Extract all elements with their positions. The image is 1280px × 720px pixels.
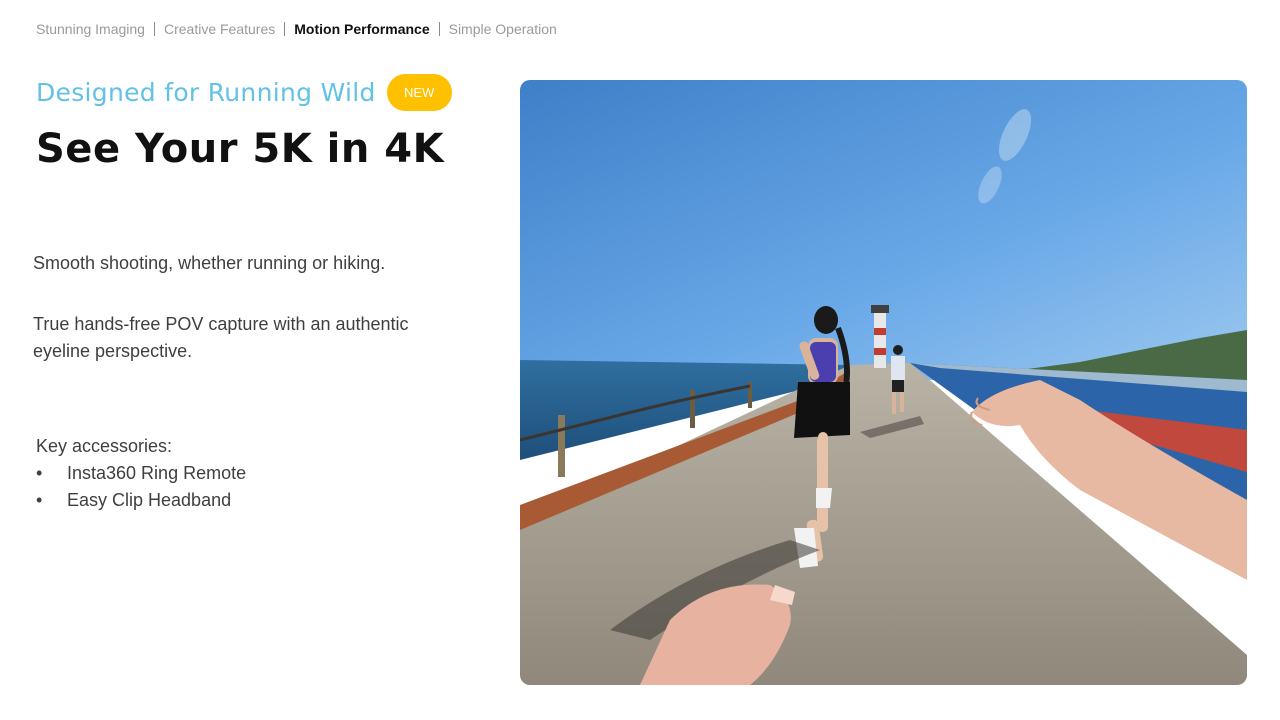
accessories-heading: Key accessories:	[36, 436, 173, 456]
bullet-glyph: •	[36, 490, 43, 510]
tab-stunning-imaging[interactable]: Stunning Imaging	[36, 21, 145, 37]
list-item: • Easy Clip Headband	[36, 487, 246, 514]
tab-divider	[284, 22, 286, 36]
accessories-block: Key accessories: • Insta360 Ring Remote …	[36, 433, 246, 514]
accessories-list: • Insta360 Ring Remote • Easy Clip Headb…	[36, 460, 246, 514]
tab-divider	[153, 22, 155, 36]
tab-motion-performance[interactable]: Motion Performance	[294, 21, 429, 37]
tab-simple-operation[interactable]: Simple Operation	[449, 21, 557, 37]
accessory-label: Insta360 Ring Remote	[67, 463, 247, 483]
bullet-glyph: •	[36, 463, 43, 483]
tab-divider	[438, 22, 440, 36]
list-item: • Insta360 Ring Remote	[36, 460, 246, 487]
feature-description-2: True hands-free POV capture with an auth…	[33, 314, 409, 361]
hero-photo	[520, 80, 1247, 685]
page-title: See Your 5K in 4K	[36, 126, 445, 172]
feature-eyebrow: Designed for Running Wild NEW	[36, 74, 452, 111]
eyebrow-text: Designed for Running Wild	[36, 78, 376, 107]
section-tabs: Stunning Imaging Creative Features Motio…	[36, 20, 557, 38]
pier-running-scene	[520, 80, 1247, 685]
tab-creative-features[interactable]: Creative Features	[164, 21, 275, 37]
new-badge: NEW	[386, 74, 452, 111]
feature-description-1: Smooth shooting, whether running or hiki…	[33, 253, 386, 273]
accessory-label: Easy Clip Headband	[67, 490, 232, 510]
